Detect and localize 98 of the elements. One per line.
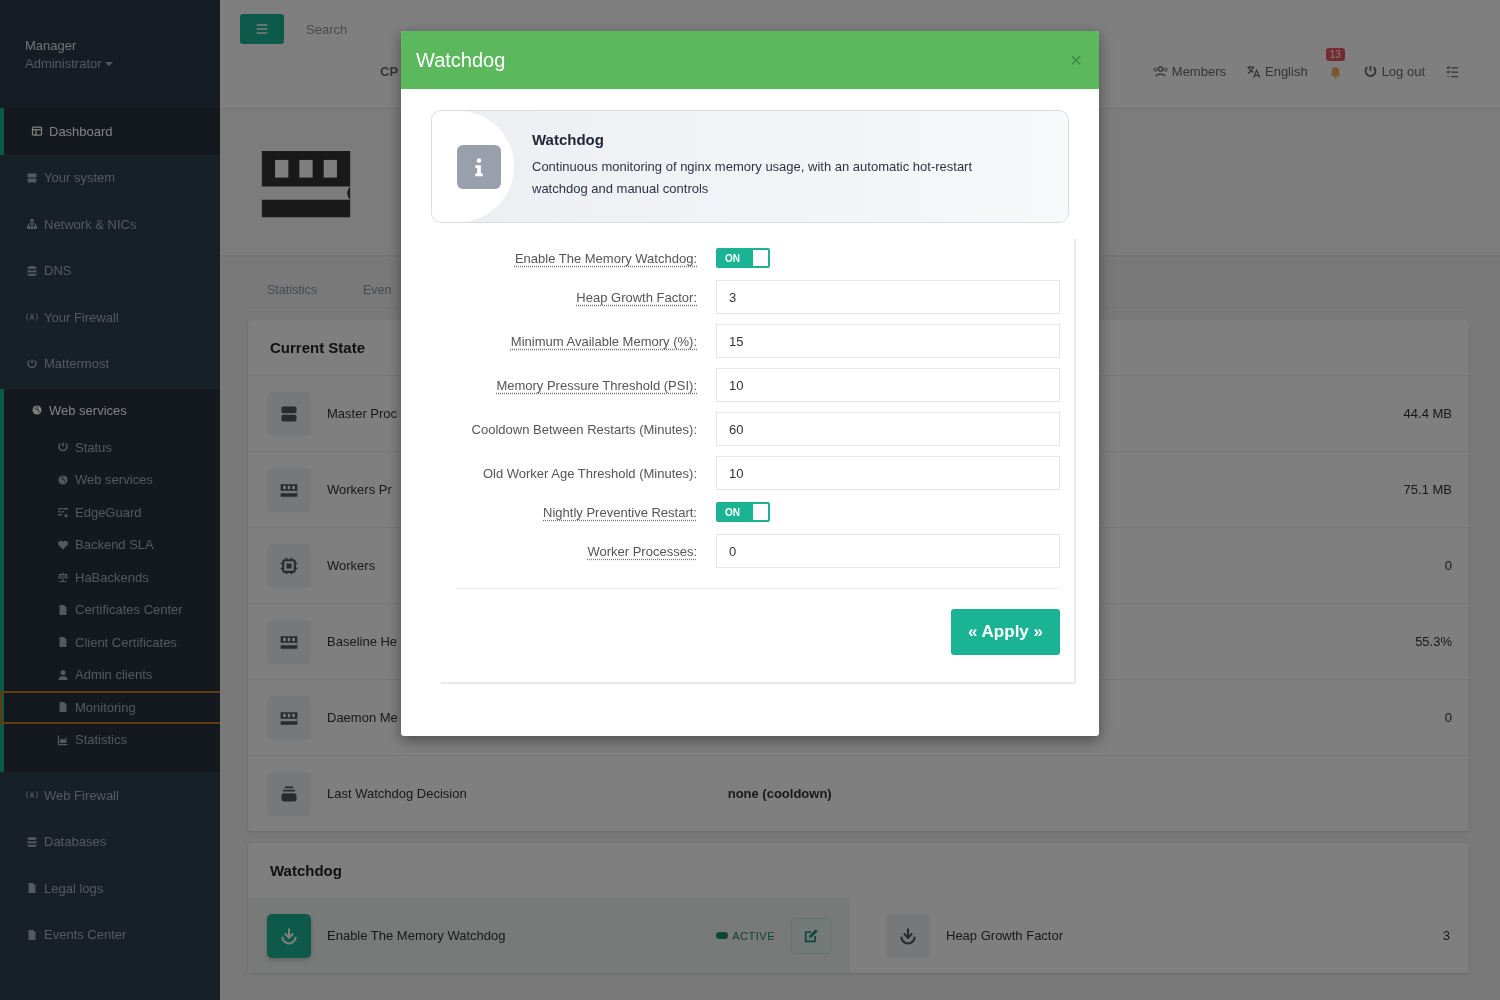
sidebar-subitem[interactable]: Monitoring xyxy=(0,691,224,724)
document-icon xyxy=(57,701,69,714)
sidebar-item[interactable]: Network & NICs xyxy=(0,201,220,248)
translate-icon xyxy=(1246,64,1261,79)
sidebar-subitem[interactable]: Certificates Center xyxy=(4,593,220,626)
globe-icon xyxy=(57,473,69,486)
layout-icon xyxy=(31,125,43,138)
input-field[interactable]: 10 xyxy=(716,368,1060,402)
logout-link[interactable]: Log out xyxy=(1362,64,1425,79)
database-icon xyxy=(26,835,38,848)
list-icon xyxy=(1445,64,1460,79)
input-field[interactable]: 60 xyxy=(716,412,1060,446)
modal-title: Watchdog xyxy=(416,48,506,72)
chart-icon xyxy=(57,733,69,746)
menu-icon xyxy=(254,21,270,37)
tasks-button[interactable] xyxy=(1445,64,1460,79)
sidebar-subitem[interactable]: Web services xyxy=(4,463,220,496)
heart-icon xyxy=(57,538,69,551)
server-icon xyxy=(26,171,38,184)
state-value: 44.4 MB xyxy=(1403,406,1452,421)
toggle-switch[interactable]: ON xyxy=(716,502,770,522)
document-icon xyxy=(57,603,69,616)
sidebar-item[interactable]: Dashboard xyxy=(0,108,220,155)
state-value: 0 xyxy=(1444,710,1452,725)
database-icon xyxy=(26,264,38,277)
state-label: Workers xyxy=(327,558,376,573)
toggle-switch[interactable]: ON xyxy=(716,248,770,268)
power-icon xyxy=(26,357,38,370)
edit-button[interactable] xyxy=(791,917,831,954)
user-name: Manager xyxy=(25,38,77,53)
field-label: Minimum Available Memory (%): xyxy=(509,333,698,349)
input-field[interactable]: 3 xyxy=(716,280,1060,314)
sidebar-subitem[interactable]: Statistics xyxy=(4,723,220,756)
signal-icon xyxy=(26,789,38,802)
sidebar-item[interactable]: Legal logs xyxy=(0,865,220,912)
field-label: Memory Pressure Threshold (PSI): xyxy=(495,377,698,393)
field-label: Old Worker Age Threshold (Minutes): xyxy=(481,465,698,481)
watchdog-label: Enable The Memory Watchdog xyxy=(327,928,506,943)
close-button[interactable]: × xyxy=(1068,48,1084,72)
field-label: Enable The Memory Watchdog: xyxy=(513,250,698,266)
state-label: Master Proc xyxy=(327,406,398,421)
state-label: Last Watchdog Decision xyxy=(327,786,467,801)
apply-button[interactable]: « Apply » xyxy=(951,609,1060,655)
input-field[interactable]: 10 xyxy=(716,456,1060,490)
notification-count: 13 xyxy=(1325,48,1345,61)
input-field[interactable]: 15 xyxy=(716,324,1060,358)
scale-icon xyxy=(57,571,69,584)
sidebar-subitem[interactable]: Client Certificates xyxy=(4,626,220,659)
sidebar-subitem[interactable]: EdgeGuard xyxy=(4,496,220,529)
sitemap-icon xyxy=(26,218,38,231)
chip-icon xyxy=(279,555,299,576)
person-icon xyxy=(57,668,69,681)
people-icon xyxy=(1152,64,1168,79)
watchdog-label: Heap Growth Factor xyxy=(946,928,1064,943)
sidebar-item[interactable]: Mattermost xyxy=(0,340,220,387)
card-title: Watchdog xyxy=(269,861,343,881)
state-detail: none (cooldown) xyxy=(727,786,832,801)
state-value: 75.1 MB xyxy=(1403,482,1452,497)
state-label: Daemon Me xyxy=(327,710,398,725)
sidebar-subitem[interactable]: HaBackends xyxy=(4,561,220,594)
field-label: Nightly Preventive Restart: xyxy=(542,504,698,520)
sidebar-item[interactable]: Events Center xyxy=(0,911,220,958)
state-label: Baseline He xyxy=(327,634,398,649)
sidebar-item[interactable]: Databases xyxy=(0,818,220,865)
sidebar-subitem[interactable]: Status xyxy=(4,431,220,464)
status-label: ACTIVE xyxy=(716,929,775,942)
sidebar-subitem[interactable]: Admin clients xyxy=(4,658,220,691)
menu-button[interactable] xyxy=(240,14,284,44)
sidebar-subitem[interactable]: Backend SLA xyxy=(4,528,220,561)
sidebar-item[interactable]: Web services xyxy=(4,389,220,431)
document-icon xyxy=(26,882,38,895)
power-icon xyxy=(57,441,69,454)
nav-link[interactable]: CP xyxy=(380,64,399,79)
power-icon xyxy=(1362,64,1378,79)
nav-link[interactable]: English xyxy=(1246,64,1308,79)
toggle-icon xyxy=(716,932,729,939)
sidebar-item[interactable]: Web Firewall xyxy=(0,772,220,819)
globe-icon xyxy=(31,404,43,416)
field-label: Worker Processes: xyxy=(586,543,698,559)
sidebar-item[interactable]: DNS xyxy=(0,247,220,294)
watchdog-value: 3 xyxy=(1442,928,1450,943)
document-icon xyxy=(57,636,69,649)
info-icon xyxy=(457,144,501,189)
user-role-dropdown[interactable]: Administrator xyxy=(25,56,114,71)
field-label: Heap Growth Factor: xyxy=(575,289,698,305)
input-field[interactable]: 0 xyxy=(716,534,1060,568)
state-label: Workers Pr xyxy=(327,482,392,497)
document-icon xyxy=(26,928,38,941)
grid-icon xyxy=(57,506,69,519)
nav-link[interactable]: Members xyxy=(1152,64,1226,79)
info-text: Continuous monitoring of nginx memory usage, with an automatic hot-restart watchdog and manual controls xyxy=(532,158,974,198)
field-label: Cooldown Between Restarts (Minutes): xyxy=(470,421,698,437)
signal-icon xyxy=(26,311,38,324)
edit-icon xyxy=(803,927,819,944)
info-title: Watchdog xyxy=(532,131,605,148)
state-value: 55.3% xyxy=(1415,634,1452,649)
sidebar-item[interactable]: Your Firewall xyxy=(0,294,220,341)
state-value: 0 xyxy=(1444,558,1452,573)
